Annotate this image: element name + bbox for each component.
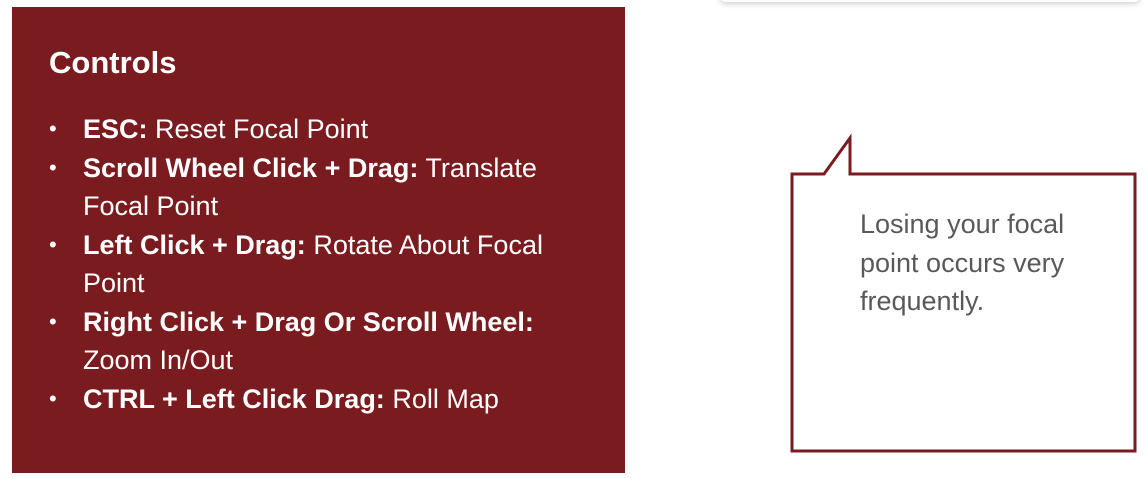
control-item-rotate: • Left Click + Drag: Rotate About Focal P…	[49, 226, 595, 303]
control-key: Left Click + Drag:	[83, 229, 306, 260]
control-action: Zoom In/Out	[83, 345, 234, 375]
control-key: Right Click + Drag Or Scroll Wheel:	[83, 306, 534, 337]
bullet-icon: •	[49, 154, 57, 180]
control-item-roll: • CTRL + Left Click Drag: Roll Map	[49, 380, 595, 419]
control-action: Reset Focal Point	[147, 114, 369, 144]
controls-title: Controls	[49, 45, 177, 80]
control-key: ESC:	[83, 114, 148, 144]
controls-list: • ESC: Reset Focal Point • Scroll Wheel Cl…	[49, 110, 595, 418]
control-action: Roll Map	[384, 383, 499, 414]
controls-panel: Controls • ESC: Reset Focal Point • Scroll…	[12, 7, 625, 473]
bullet-icon: •	[49, 116, 57, 141]
control-item-translate: • Scroll Wheel Click + Drag: Translate Fo…	[49, 149, 595, 226]
bullet-icon: •	[49, 308, 57, 334]
bullet-icon: •	[49, 385, 57, 411]
control-key: CTRL + Left Click Drag:	[83, 383, 385, 414]
callout-text: Losing your focal point occurs very freq…	[860, 209, 1065, 316]
control-item-esc: • ESC: Reset Focal Point	[49, 110, 595, 149]
control-item-zoom: • Right Click + Drag Or Scroll Wheel: Zoo…	[49, 303, 595, 380]
control-key: Scroll Wheel Click + Drag:	[83, 152, 419, 183]
slide-canvas: Controls • ESC: Reset Focal Point • Scroll…	[0, 0, 1148, 478]
bullet-icon: •	[49, 231, 57, 257]
callout-bubble: Losing your focal point occurs very freq…	[790, 0, 1138, 455]
